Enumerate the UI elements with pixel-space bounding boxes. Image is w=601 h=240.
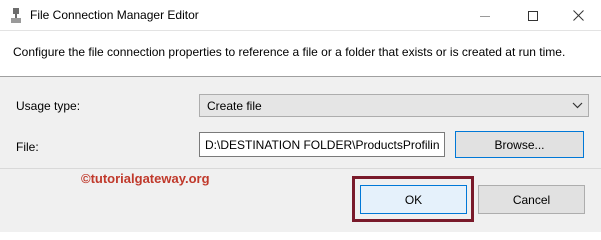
description-text: Configure the file connection properties… <box>13 45 566 59</box>
watermark-text: ©tutorialgateway.org <box>81 171 210 186</box>
usage-type-label: Usage type: <box>16 99 81 113</box>
window-title: File Connection Manager Editor <box>30 8 199 22</box>
description-panel: Configure the file connection properties… <box>0 31 601 76</box>
close-icon <box>572 10 584 21</box>
usage-type-value: Create file <box>207 99 262 113</box>
close-button[interactable] <box>560 0 596 31</box>
app-icon <box>9 7 23 24</box>
file-label: File: <box>16 140 39 154</box>
ok-button[interactable]: OK <box>360 185 467 214</box>
browse-button[interactable]: Browse... <box>455 131 584 158</box>
minimize-button[interactable] <box>467 0 503 31</box>
description-divider <box>0 76 601 77</box>
title-bar: File Connection Manager Editor <box>0 0 601 31</box>
maximize-icon <box>528 10 538 21</box>
minimize-icon <box>480 15 490 17</box>
maximize-button[interactable] <box>515 0 551 31</box>
cancel-button[interactable]: Cancel <box>478 185 585 214</box>
usage-type-dropdown[interactable]: Create file <box>199 94 589 117</box>
footer-divider <box>0 168 601 169</box>
chevron-down-icon <box>572 102 583 109</box>
file-path-input[interactable] <box>199 132 445 157</box>
file-connection-manager-editor-window: File Connection Manager Editor Configure… <box>0 0 601 232</box>
